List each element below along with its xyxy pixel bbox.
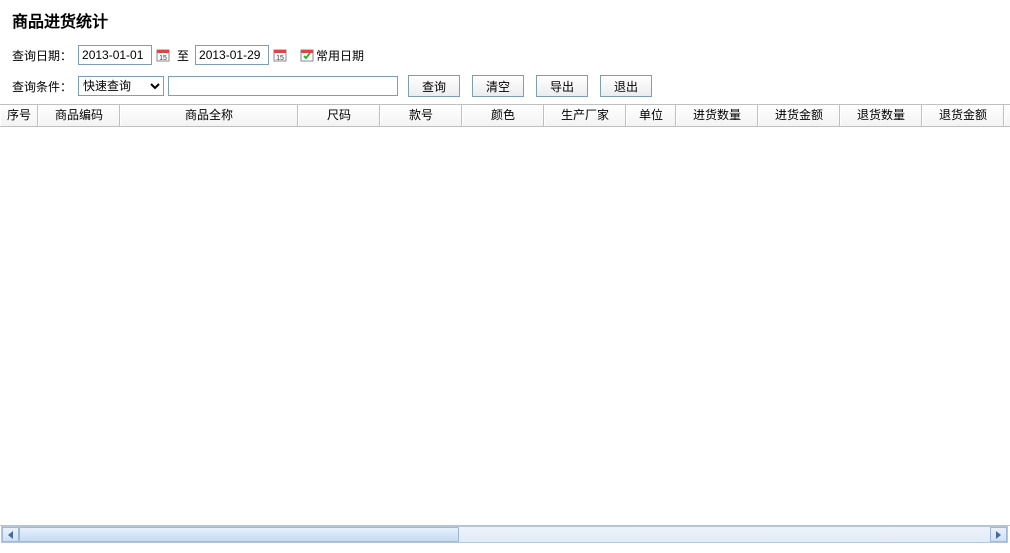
- scroll-track[interactable]: [19, 527, 990, 542]
- column-header-name[interactable]: 商品全称: [120, 105, 298, 126]
- quick-search-select[interactable]: 快速查询: [78, 76, 164, 96]
- column-header-ret_qty[interactable]: 退货数量: [840, 105, 922, 126]
- horizontal-scrollbar[interactable]: [1, 526, 1008, 543]
- scroll-left-button[interactable]: [2, 527, 19, 542]
- date-filter-row: 查询日期： 15 至 15 常用日期: [0, 40, 1010, 70]
- column-header-color[interactable]: 颜色: [462, 105, 544, 126]
- table-header: 序号商品编码商品全称尺码款号颜色生产厂家单位进货数量进货金额退货数量退货金额合计…: [0, 105, 1010, 127]
- search-input[interactable]: [168, 76, 398, 96]
- column-header-in_amt[interactable]: 进货金额: [758, 105, 840, 126]
- column-header-in_qty[interactable]: 进货数量: [676, 105, 758, 126]
- svg-text:15: 15: [276, 55, 284, 62]
- clear-button[interactable]: 清空: [472, 75, 524, 97]
- arrow-right-icon: [996, 531, 1001, 539]
- common-date-label: 常用日期: [316, 47, 364, 64]
- date-to-input[interactable]: [195, 45, 269, 65]
- arrow-left-icon: [8, 531, 13, 539]
- exit-button[interactable]: 退出: [600, 75, 652, 97]
- column-header-mfr[interactable]: 生产厂家: [544, 105, 626, 126]
- column-header-size[interactable]: 尺码: [298, 105, 380, 126]
- scroll-right-button[interactable]: [990, 527, 1007, 542]
- table-body: [0, 127, 1010, 525]
- date-from-input[interactable]: [78, 45, 152, 65]
- data-table: 序号商品编码商品全称尺码款号颜色生产厂家单位进货数量进货金额退货数量退货金额合计…: [0, 104, 1010, 526]
- column-header-ret_amt[interactable]: 退货金额: [922, 105, 1004, 126]
- scroll-thumb[interactable]: [19, 527, 459, 542]
- column-header-unit[interactable]: 单位: [626, 105, 676, 126]
- condition-label: 查询条件：: [12, 78, 72, 95]
- export-button[interactable]: 导出: [536, 75, 588, 97]
- column-header-seq[interactable]: 序号: [0, 105, 38, 126]
- column-header-tot_qty[interactable]: 合计数量: [1004, 105, 1010, 126]
- query-button[interactable]: 查询: [408, 75, 460, 97]
- column-header-style[interactable]: 款号: [380, 105, 462, 126]
- column-header-code[interactable]: 商品编码: [38, 105, 120, 126]
- date-to-label: 至: [177, 47, 189, 64]
- calendar-icon[interactable]: 15: [272, 47, 288, 63]
- condition-filter-row: 查询条件： 快速查询 查询 清空 导出 退出: [0, 70, 1010, 102]
- common-date-button[interactable]: 常用日期: [300, 47, 364, 64]
- page-title: 商品进货统计: [0, 0, 1010, 40]
- date-label: 查询日期：: [12, 47, 72, 64]
- svg-text:15: 15: [159, 55, 167, 62]
- calendar-icon[interactable]: 15: [155, 47, 171, 63]
